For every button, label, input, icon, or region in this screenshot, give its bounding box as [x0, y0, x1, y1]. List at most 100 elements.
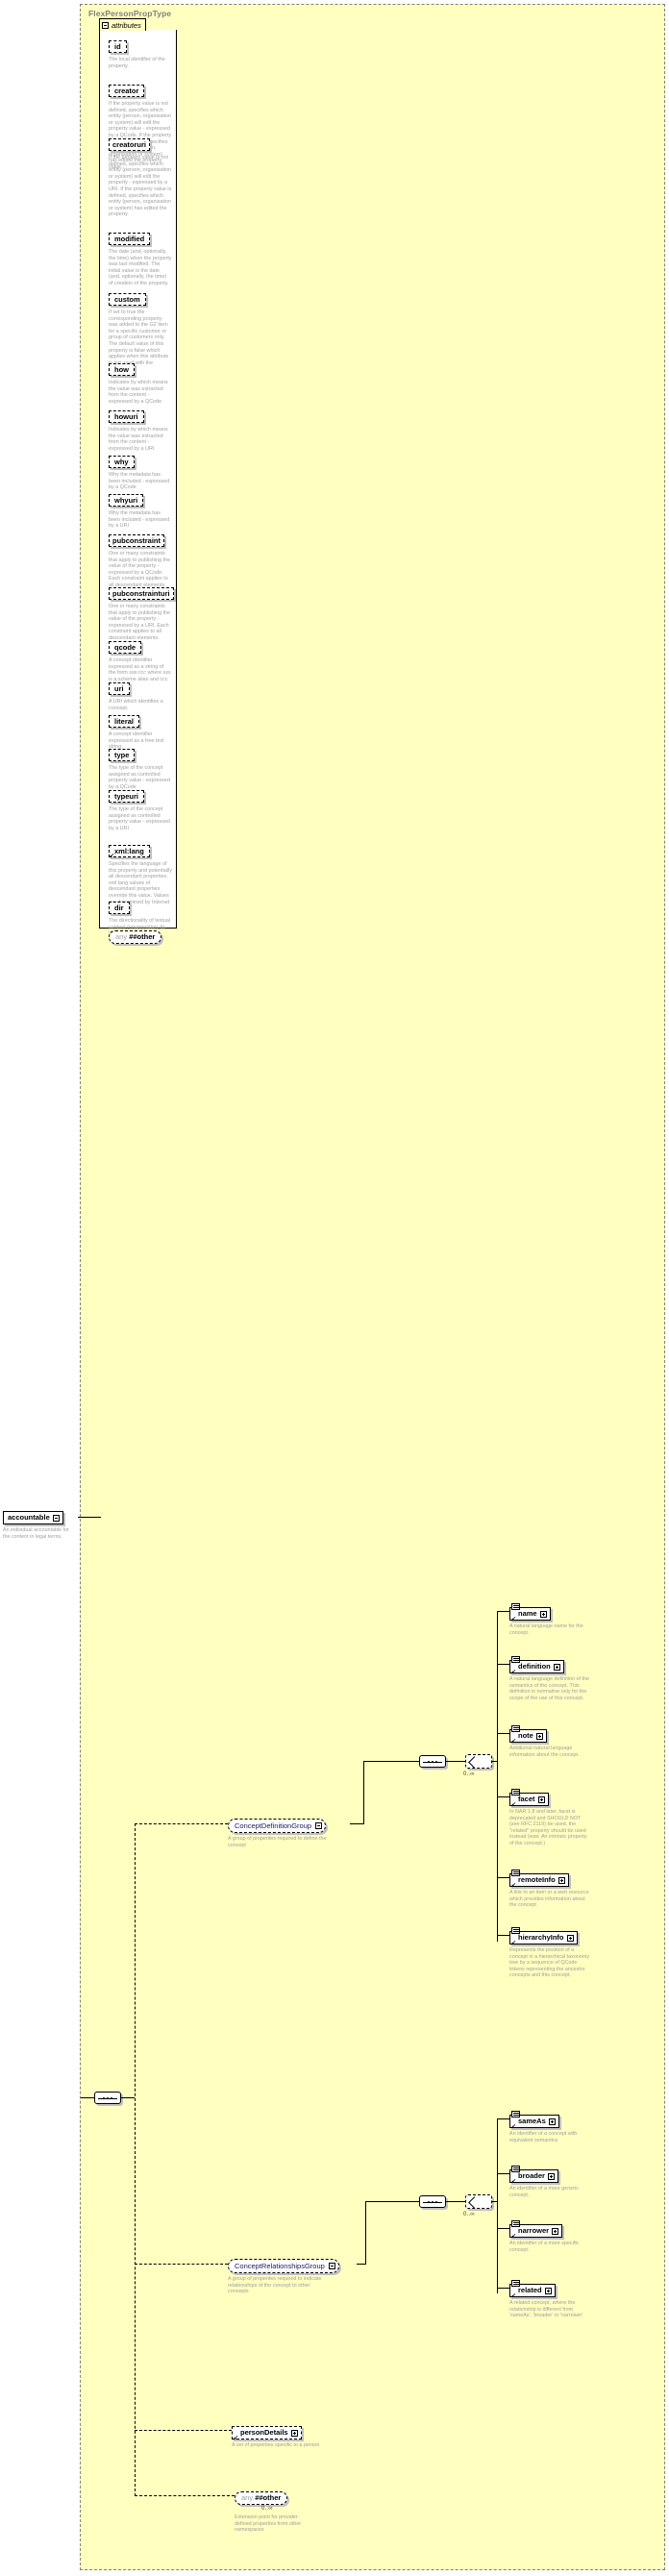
- attribute-row: why Why the metadata has been included - …: [109, 452, 169, 491]
- element-definition[interactable]: ↗ definition A natural language definition…: [509, 1656, 592, 1701]
- element-facet[interactable]: ↗ facet In NAR 1.8 and later, facet is dep…: [509, 1789, 592, 1847]
- attribute-box-whyuri[interactable]: whyuri: [109, 494, 144, 507]
- documentation-icon: [511, 1603, 520, 1610]
- attribute-description: If the property value is not defined, sp…: [109, 155, 172, 218]
- connector-cdg-group-up: [363, 1761, 364, 1824]
- element-ref-arrow-icon: ↗: [511, 1615, 517, 1621]
- attribute-box-literal[interactable]: literal: [109, 715, 140, 728]
- connector-root-spine: [135, 1823, 136, 2496]
- element-note[interactable]: ↗ note Additional natural language informa…: [509, 1725, 592, 1758]
- group-box-concept-relationships[interactable]: ConceptRelationshipsGroup: [228, 2259, 339, 2273]
- collapse-minus-icon[interactable]: [52, 1514, 60, 1522]
- element-ref-arrow-icon: ↗: [511, 2177, 517, 2183]
- attribute-box-why[interactable]: why: [109, 456, 135, 468]
- connector-cdg-spine: [497, 1611, 498, 1942]
- element-sameAs[interactable]: ↗ sameAs An identifier of a concept with e…: [509, 2111, 592, 2143]
- documentation-icon: [511, 1927, 520, 1934]
- expand-plus-icon[interactable]: [552, 2227, 559, 2235]
- attribute-box-pubconstrainturi[interactable]: pubconstrainturi: [109, 587, 174, 600]
- attribute-box-id[interactable]: id: [109, 40, 127, 53]
- element-related[interactable]: ↗ related A related concept, where the rel…: [509, 2280, 592, 2319]
- element-box-definition[interactable]: ↗ definition: [509, 1656, 564, 1673]
- element-hierarchyInfo[interactable]: ↗ hierarchyInfo Represents the position of…: [509, 1927, 592, 1979]
- element-narrower[interactable]: ↗ narrower An identifier of a more specifi…: [509, 2220, 592, 2253]
- element-box-personDetails[interactable]: ↗ personDetails: [232, 2426, 302, 2440]
- any-element-description: Extension point for provider-defined pro…: [235, 2514, 302, 2534]
- choice-symbol-concept-definition[interactable]: [465, 1754, 492, 1769]
- collapse-minus-icon[interactable]: [328, 2263, 335, 2269]
- attribute-box-typeuri[interactable]: typeuri: [109, 790, 145, 803]
- element-box-hierarchyInfo[interactable]: ↗ hierarchyInfo: [509, 1927, 578, 1944]
- sequence-symbol-root[interactable]: [94, 2092, 121, 2104]
- group-concept-relationships[interactable]: ConceptRelationshipsGroup A group of prop…: [228, 2256, 339, 2295]
- element-personDetails[interactable]: ↗ personDetails A set of properties specif…: [232, 2422, 324, 2449]
- element-ref-arrow-icon: ↗: [511, 1881, 517, 1887]
- attribute-name: creator: [114, 87, 139, 95]
- accountable-element[interactable]: accountable An individual accountable fo…: [3, 1507, 78, 1540]
- attribute-box-qcode[interactable]: qcode: [109, 641, 142, 654]
- any-attribute-box[interactable]: any ##other: [109, 930, 162, 944]
- attribute-ref-arrow-icon: ↗: [110, 852, 115, 857]
- sequence-symbol-crg[interactable]: [419, 2195, 446, 2208]
- element-name: note: [518, 1731, 533, 1740]
- collapse-minus-icon[interactable]: [102, 21, 109, 29]
- element-remoteInfo[interactable]: ↗ remoteInfo A link to an item or a web re…: [509, 1870, 592, 1909]
- expand-plus-icon[interactable]: [566, 1934, 574, 1942]
- collapse-minus-icon[interactable]: [315, 1822, 323, 1829]
- element-ref-arrow-icon: ↗: [511, 1800, 517, 1806]
- connector-cdg-group-right: [350, 1823, 363, 1824]
- group-name: ConceptDefinitionGroup: [235, 1821, 312, 1830]
- attribute-name: pubconstrainturi: [112, 589, 170, 598]
- element-name[interactable]: ↗ name A natural language name for the con…: [509, 1603, 592, 1636]
- element-box-name[interactable]: ↗ name: [509, 1603, 551, 1621]
- any-element[interactable]: any ##other 0..∞ Extension point for provi…: [235, 2488, 315, 2534]
- expand-plus-icon[interactable]: [539, 1610, 547, 1618]
- element-box-broader[interactable]: ↗ broader: [509, 2166, 558, 2183]
- attribute-box-uri[interactable]: uri: [109, 682, 130, 695]
- documentation-icon: [511, 2280, 520, 2287]
- expand-plus-icon[interactable]: [544, 2287, 552, 2294]
- attribute-row: uri A URI which identifies a concept.: [109, 679, 168, 711]
- accountable-box[interactable]: accountable: [3, 1511, 63, 1524]
- attribute-box-type[interactable]: type: [109, 749, 136, 761]
- choice-symbol-concept-relationships[interactable]: [465, 2194, 492, 2209]
- attribute-box-xml-lang[interactable]: ↗ xml:lang: [109, 845, 150, 857]
- connector-crg-stub: [497, 2228, 509, 2229]
- element-box-facet[interactable]: ↗ facet: [509, 1789, 549, 1806]
- expand-plus-icon[interactable]: [290, 2429, 298, 2437]
- any-namespace: ##other: [129, 932, 156, 941]
- group-name: ConceptRelationshipsGroup: [235, 2262, 325, 2270]
- accountable-label: accountable: [8, 1513, 50, 1522]
- sequence-symbol-cdg[interactable]: [419, 1755, 446, 1768]
- expand-plus-icon[interactable]: [535, 1732, 543, 1740]
- expand-plus-icon[interactable]: [553, 1663, 560, 1671]
- attribute-box-howuri[interactable]: howuri: [109, 410, 144, 423]
- expand-plus-icon[interactable]: [547, 2172, 555, 2180]
- attributes-tab[interactable]: attributes: [99, 18, 146, 31]
- attribute-description: Indicates by which means the value was e…: [109, 427, 168, 452]
- attribute-box-pubconstraint[interactable]: pubconstraint: [109, 534, 164, 547]
- attribute-box-modified[interactable]: modified: [109, 233, 151, 245]
- expand-plus-icon[interactable]: [548, 2118, 556, 2125]
- attribute-box-creator[interactable]: creator: [109, 85, 145, 97]
- element-broader[interactable]: ↗ broader An identifier of a more generic …: [509, 2166, 592, 2198]
- element-box-narrower[interactable]: ↗ narrower: [509, 2220, 563, 2238]
- group-concept-definition[interactable]: ConceptDefinitionGroup A group of properi…: [228, 1816, 332, 1848]
- element-description: A related concept, where the relationshi…: [509, 2300, 583, 2319]
- element-name: broader: [518, 2171, 545, 2180]
- attribute-box-how[interactable]: how: [109, 363, 135, 376]
- any-element-box[interactable]: any ##other: [235, 2491, 288, 2505]
- attribute-row: creatoruri If the property value is not d…: [109, 135, 171, 218]
- attribute-box-creatoruri[interactable]: creatoruri: [109, 138, 151, 151]
- expand-plus-icon[interactable]: [537, 1796, 545, 1803]
- group-box-concept-definition[interactable]: ConceptDefinitionGroup: [228, 1819, 327, 1833]
- expand-plus-icon[interactable]: [558, 1876, 565, 1884]
- attribute-box-dir[interactable]: dir: [109, 902, 130, 914]
- element-box-related[interactable]: ↗ related: [509, 2280, 556, 2297]
- attribute-box-custom[interactable]: custom: [109, 293, 146, 306]
- connector-crg-stub: [497, 2118, 509, 2119]
- element-box-remoteInfo[interactable]: ↗ remoteInfo: [509, 1870, 569, 1887]
- attribute-name: qcode: [114, 643, 136, 652]
- element-box-sameAs[interactable]: ↗ sameAs: [509, 2111, 559, 2128]
- element-box-note[interactable]: ↗ note: [509, 1725, 547, 1743]
